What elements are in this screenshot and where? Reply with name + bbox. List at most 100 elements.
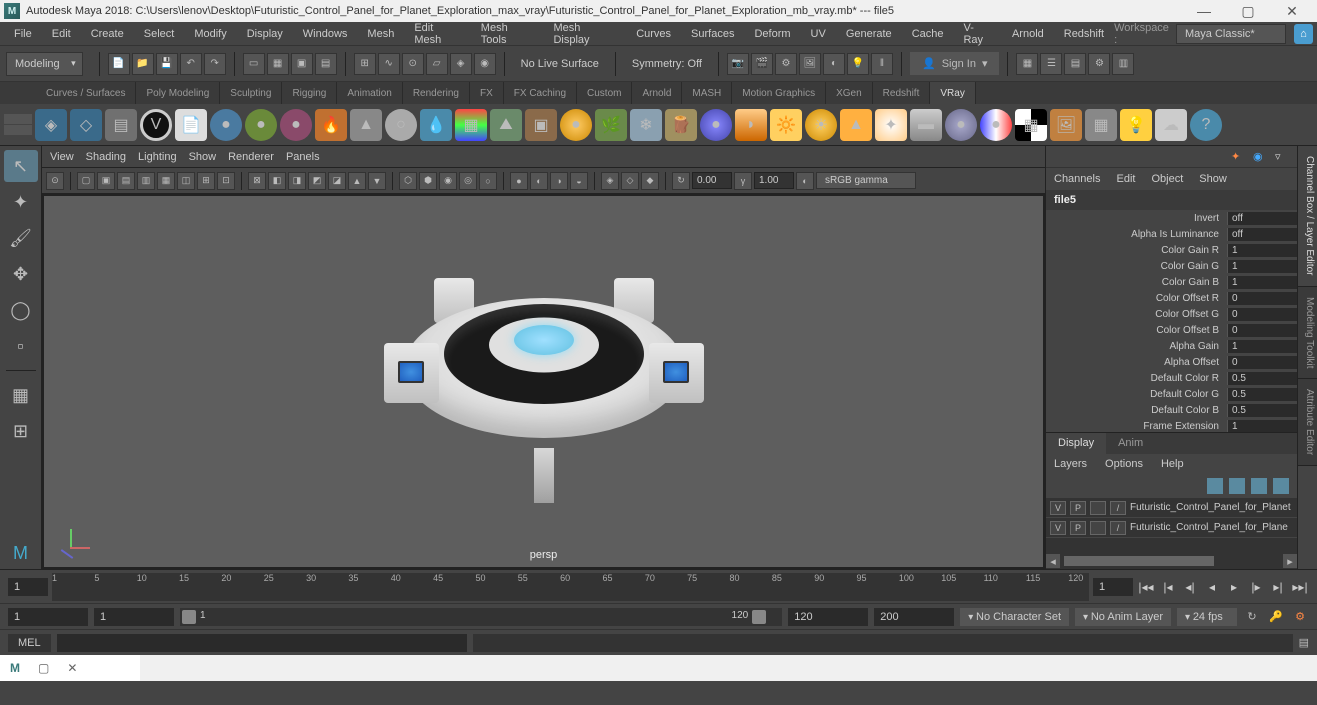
manip-icon[interactable]: ◉ [1253,150,1267,164]
shelf-icon[interactable]: ▲ [350,109,382,141]
new-icon[interactable]: 📄 [108,53,130,75]
menu-generate[interactable]: Generate [836,24,902,44]
vp-icon[interactable]: ▦ [157,172,175,190]
vp-icon[interactable]: ◉ [439,172,457,190]
viewport-menu-shading[interactable]: Shading [86,151,126,163]
select-icon[interactable]: ▭ [243,53,265,75]
attr-value[interactable]: 0 [1227,356,1297,369]
tool-settings-icon[interactable]: ⚙ [1088,53,1110,75]
go-end-icon[interactable]: ▸▸| [1291,578,1309,596]
step-back-icon[interactable]: ◂| [1181,578,1199,596]
vp-icon[interactable]: ○ [479,172,497,190]
panel-layout-icon[interactable]: ▦ [1016,53,1038,75]
layer-scrollbar[interactable]: ◂ ▸ [1046,553,1297,569]
range-handle-start[interactable] [182,610,196,624]
shelf-icon[interactable]: ◇ [70,109,102,141]
light-editor-icon[interactable]: 💡 [847,53,869,75]
vp-icon[interactable]: ▼ [368,172,386,190]
shelf-icon[interactable]: 💧 [420,109,452,141]
vp-gamma-icon[interactable]: γ [734,172,752,190]
menu-windows[interactable]: Windows [293,24,358,44]
vp-icon[interactable]: ◐ [530,172,548,190]
shelf-icon[interactable]: ● [210,109,242,141]
layer-color-box[interactable]: / [1110,521,1126,535]
viewport-menu-lighting[interactable]: Lighting [138,151,177,163]
menu-create[interactable]: Create [81,24,134,44]
menu-edit[interactable]: Edit [42,24,81,44]
shelf-options-icon[interactable] [4,114,32,135]
shelf-icon[interactable]: 🔆 [770,109,802,141]
render-settings-icon[interactable]: ⚙ [775,53,797,75]
shelf-icon[interactable]: ▦ [455,109,487,141]
vp-colorspace-select[interactable]: sRGB gamma [816,172,916,189]
vp-icon[interactable]: ◎ [459,172,477,190]
snap-plane-icon[interactable]: ▱ [426,53,448,75]
shelf-icon[interactable]: 🪵 [665,109,697,141]
shelf-tab-mash[interactable]: MASH [682,82,732,104]
play-fwd-icon[interactable]: ▸ [1225,578,1243,596]
vp-icon[interactable]: ⊡ [217,172,235,190]
hypershade-icon[interactable]: ◐ [823,53,845,75]
attr-value[interactable]: 1 [1227,420,1297,433]
attr-value[interactable]: 1 [1227,340,1297,353]
vp-icon[interactable]: ◇ [621,172,639,190]
close-button[interactable]: ✕ [1279,2,1305,20]
render-view-icon[interactable]: 🖼 [799,53,821,75]
viewport-3d[interactable]: persp [42,194,1045,569]
shelf-icon[interactable]: ❄ [630,109,662,141]
vp-icon[interactable]: ◨ [288,172,306,190]
vp-icon[interactable]: ● [510,172,528,190]
select-obj-icon[interactable]: ▣ [291,53,313,75]
node-name[interactable]: file5 [1046,190,1297,210]
symmetry-label[interactable]: Symmetry: Off [624,58,710,70]
menu-redshift[interactable]: Redshift [1054,24,1114,44]
attr-value[interactable]: 0.5 [1227,372,1297,385]
layer-box[interactable] [1090,521,1106,535]
shelf-icon[interactable]: ▬ [910,109,942,141]
vtab-attribute-editor[interactable]: Attribute Editor [1298,379,1317,466]
play-start-input[interactable]: 1 [94,608,174,626]
menu-file[interactable]: File [4,24,42,44]
attr-value[interactable]: 1 [1227,276,1297,289]
shelf-icon[interactable]: ◗ [735,109,767,141]
viewport-menu-view[interactable]: View [50,151,74,163]
shelf-icon[interactable]: ◈ [35,109,67,141]
layer-icon[interactable] [1251,478,1267,494]
menu-curves[interactable]: Curves [626,24,681,44]
render-icon[interactable]: 📷 [727,53,749,75]
channels-menu[interactable]: Channels [1054,173,1100,185]
display-tab[interactable]: Display [1046,433,1106,454]
layer-icon[interactable] [1273,478,1289,494]
snap-live-icon[interactable]: ◈ [450,53,472,75]
attr-value[interactable]: 0 [1227,308,1297,321]
shelf-icon[interactable]: ● [980,109,1012,141]
vp-icon[interactable]: ⬡ [399,172,417,190]
layer-row[interactable]: VP/Futuristic_Control_Panel_for_Planet [1046,498,1297,518]
rotate-tool[interactable]: ◯ [4,294,38,326]
layer-play-toggle[interactable]: P [1070,501,1086,515]
shelf-tab-vray[interactable]: VRay [930,82,975,104]
outliner-icon[interactable]: ☰ [1040,53,1062,75]
shelf-icon[interactable]: ▦ [1085,109,1117,141]
shelf-icon[interactable]: 📄 [175,109,207,141]
attr-value[interactable]: 1 [1227,244,1297,257]
home-icon[interactable]: ⌂ [1294,24,1313,44]
live-surface-label[interactable]: No Live Surface [513,58,607,70]
attr-value[interactable]: 0 [1227,324,1297,337]
vp-camera-icon[interactable]: ⊙ [46,172,64,190]
step-fwd-icon[interactable]: |▸ [1247,578,1265,596]
layer-icon[interactable] [1229,478,1245,494]
object-menu[interactable]: Object [1151,173,1183,185]
play-end-input[interactable]: 120 [788,608,868,626]
menu-mesh-display[interactable]: Mesh Display [543,18,626,50]
shelf-icon[interactable]: ○ [385,109,417,141]
shelf-icon[interactable]: ☀ [805,109,837,141]
workspace-selector[interactable]: Maya Classic* [1176,24,1286,44]
viewport-menu-panels[interactable]: Panels [286,151,320,163]
shelf-tab-fx[interactable]: FX [470,82,504,104]
layout-tool[interactable]: ▦ [4,379,38,411]
menu-vray[interactable]: V-Ray [953,18,1001,50]
vp-color-icon[interactable]: ◐ [796,172,814,190]
save-icon[interactable]: 💾 [156,53,178,75]
script-lang-button[interactable]: MEL [8,634,51,652]
